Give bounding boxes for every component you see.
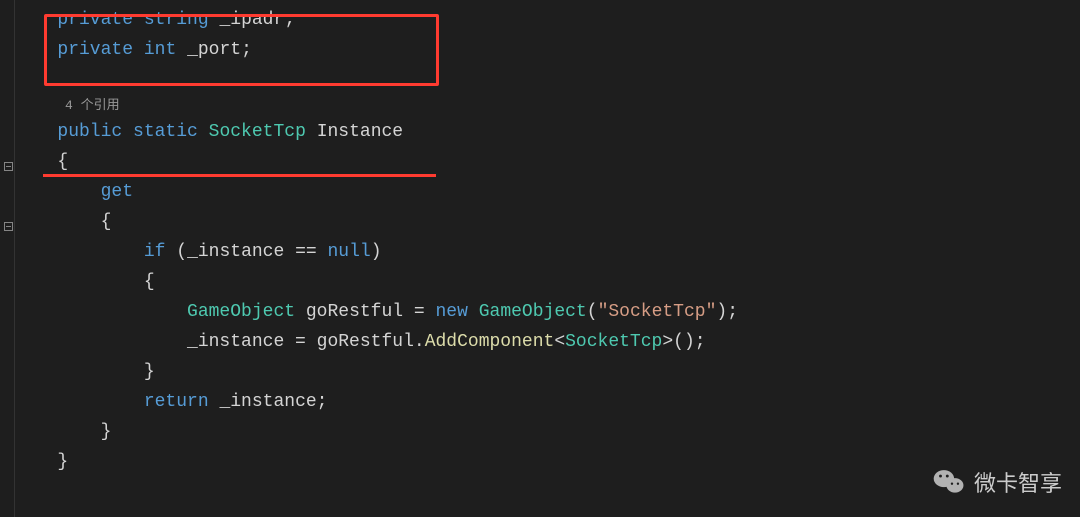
watermark-text: 微卡智享 [974, 466, 1062, 498]
code-line: if (_instance == null) [25, 237, 1080, 267]
type-keyword: int [144, 40, 176, 60]
wechat-icon [932, 465, 966, 499]
type-keyword: string [144, 10, 209, 30]
code-line: private int _port; [25, 35, 1080, 65]
code-editor[interactable]: private string _ipadr; private int _port… [15, 0, 1080, 477]
variable: goRestful [317, 332, 414, 352]
fold-marker-icon[interactable] [4, 162, 13, 171]
fold-marker-icon[interactable] [4, 222, 13, 231]
keyword: public [57, 122, 122, 142]
string-literal: "SocketTcp" [598, 302, 717, 322]
code-line: return _instance; [25, 387, 1080, 417]
code-line: { [25, 207, 1080, 237]
field-name: _instance [219, 392, 316, 412]
keyword: null [328, 242, 371, 262]
code-line: GameObject goRestful = new GameObject("S… [25, 297, 1080, 327]
code-line: _instance = goRestful.AddComponent<Socke… [25, 327, 1080, 357]
blank-line [25, 65, 1080, 95]
field-name: _port [187, 40, 241, 60]
keyword: if [144, 242, 166, 262]
code-line: } [25, 357, 1080, 387]
keyword: private [57, 10, 133, 30]
field-name: _instance [187, 242, 284, 262]
method-name: AddComponent [425, 332, 555, 352]
keyword: get [101, 182, 133, 202]
code-line: private string _ipadr; [25, 5, 1080, 35]
variable: goRestful [306, 302, 403, 322]
code-line: } [25, 447, 1080, 477]
field-name: _instance [187, 332, 284, 352]
keyword: new [436, 302, 468, 322]
watermark: 微卡智享 [932, 465, 1062, 499]
field-name: _ipadr [219, 10, 284, 30]
codelens-references[interactable]: 4 个引用 [25, 95, 1080, 117]
keyword: return [144, 392, 209, 412]
code-line: public static SocketTcp Instance [25, 117, 1080, 147]
type-name: GameObject [479, 302, 587, 322]
code-line: get [25, 177, 1080, 207]
code-line: } [25, 417, 1080, 447]
type-name: GameObject [187, 302, 295, 322]
type-name: SocketTcp [209, 122, 306, 142]
keyword: private [57, 40, 133, 60]
property-name: Instance [317, 122, 403, 142]
code-line: { [25, 147, 1080, 177]
code-line: { [25, 267, 1080, 297]
type-name: SocketTcp [565, 332, 662, 352]
keyword: static [133, 122, 198, 142]
editor-gutter [0, 0, 15, 517]
